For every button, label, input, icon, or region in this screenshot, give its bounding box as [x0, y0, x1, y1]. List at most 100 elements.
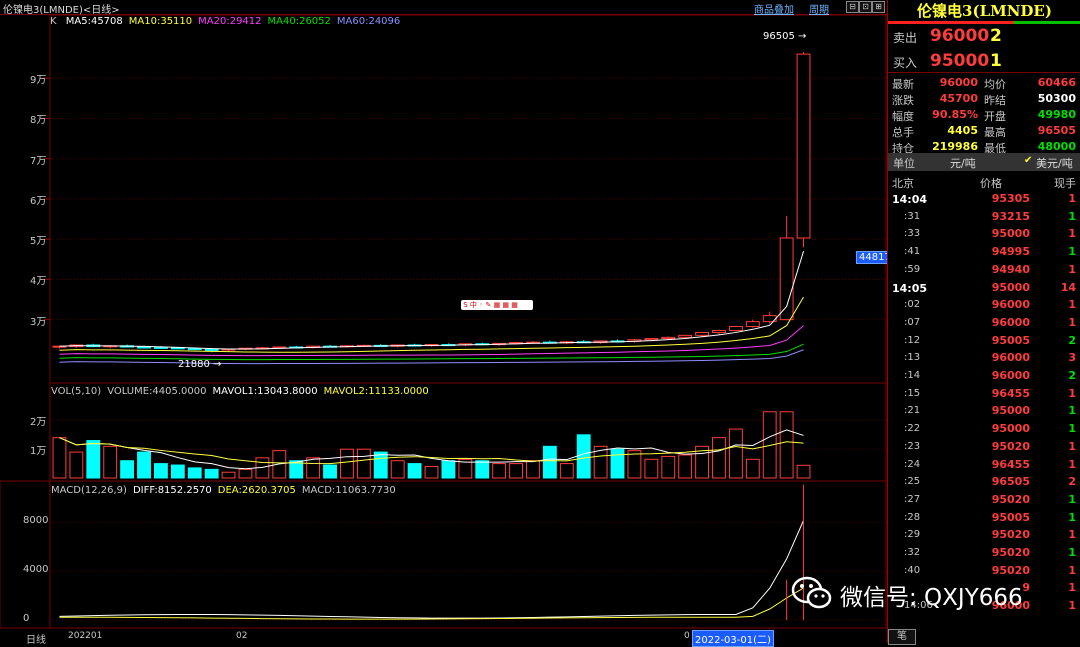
candle-body — [712, 330, 726, 334]
tick-time: :22 — [904, 423, 921, 435]
overlay-commodity-link[interactable]: 商品叠加 — [754, 1, 794, 16]
volume-bar — [492, 463, 507, 479]
quote-value: 219986 — [932, 140, 978, 153]
volume-bar — [559, 463, 574, 479]
tick-qty: 2 — [1068, 333, 1076, 347]
volume-bar — [103, 445, 118, 479]
ticks-price-header: 价格 — [980, 177, 1002, 190]
ask-price[interactable]: 96000 — [930, 26, 989, 46]
unit-usd-option[interactable]: 美元/吨 — [1036, 155, 1073, 171]
volume-bar — [153, 463, 168, 479]
tick-time: :41 — [904, 246, 921, 258]
divider — [888, 72, 1080, 73]
tick-row: :15 96455 1 — [888, 386, 1080, 403]
tick-row: :32 95020 1 — [888, 545, 1080, 562]
tick-row: 14:04 95305 1 — [888, 191, 1080, 208]
quote-row: 最新 96000 均价 60466 — [888, 75, 1080, 91]
volume-bar — [661, 455, 676, 479]
tick-price: 95020 — [991, 439, 1030, 453]
tick-row: :14 96000 2 — [888, 368, 1080, 385]
buy-sell-ratio-bar — [888, 21, 1080, 24]
tick-qty: 14 — [1060, 280, 1076, 294]
ma-legend-item: MA40:26052 — [267, 16, 331, 27]
tick-row: :23 95020 1 — [888, 439, 1080, 456]
tick-price: 95000 — [991, 227, 1030, 241]
title-bar: 伦镍电3(LMNDE)<日线> 商品叠加 周期 ⊟ ⊡ ⊞ — [0, 0, 887, 16]
vol-y-tick: 2万 — [30, 417, 47, 429]
tick-qty: 1 — [1068, 245, 1076, 259]
period-link[interactable]: 周期 — [809, 1, 829, 16]
tick-qty: 1 — [1068, 315, 1076, 329]
wechat-icon — [791, 576, 832, 609]
tick-price: 95005 — [991, 333, 1030, 347]
macd-y-tick: 0 — [23, 613, 30, 624]
tick-qty: 2 — [1068, 369, 1076, 382]
quote-label: 总手 — [892, 126, 914, 139]
volume-bar — [340, 448, 354, 479]
tick-row: :21 95000 1 — [888, 403, 1080, 420]
vol-legend-item: VOLUME:4405.0000 — [107, 386, 207, 397]
unit-bar: 单位 元/吨 ✔ 美元/吨 — [888, 153, 1080, 171]
tick-row: :12 95005 2 — [888, 333, 1080, 350]
volume-bar — [441, 460, 456, 479]
volume-bar — [52, 437, 67, 479]
quote-value: 50300 — [1037, 92, 1076, 105]
tick-qty: 1 — [1068, 563, 1076, 577]
ma-legend-item: MA10:35110 — [128, 16, 193, 27]
minimize-icon[interactable]: ⊟ — [846, 1, 859, 13]
tick-time: :27 — [904, 493, 921, 505]
tick-time: :59 — [904, 263, 921, 275]
tick-qty: 1 — [1068, 192, 1076, 205]
high-price-label: 96505 → — [763, 31, 807, 42]
price-y-tick: 4万 — [30, 276, 47, 288]
unit-cny-option[interactable]: 元/吨 — [950, 155, 976, 171]
vol-legend-item: MAVOL2:11133.0000 — [323, 386, 429, 397]
tick-price: 95000 — [991, 422, 1030, 436]
maximize-icon[interactable]: ⊞ — [872, 1, 885, 13]
x-tab-daily[interactable]: 日线 — [26, 631, 46, 646]
tick-time: :32 — [904, 547, 921, 558]
tick-time: :12 — [904, 334, 921, 346]
tick-row: :25 96505 2 — [888, 474, 1080, 491]
price-y-tick: 8万 — [30, 115, 47, 127]
candle-body — [644, 338, 659, 341]
tick-price: 96000 — [991, 369, 1030, 382]
ma-legend-item: MA60:24096 — [336, 16, 401, 27]
ask-qty: 2 — [990, 26, 1002, 46]
quote-row: 涨跌 45700 昨结 50300 — [888, 91, 1080, 107]
tick-price: 96000 — [991, 315, 1030, 329]
volume-bar — [509, 463, 523, 479]
volume-bar — [170, 464, 185, 479]
volume-bar — [69, 451, 84, 479]
tick-price: 96455 — [991, 457, 1030, 471]
ticks-qty-header: 现手 — [1054, 177, 1076, 190]
watermark-text: 微信号: QXJY666 — [840, 585, 1023, 611]
volume-bar — [323, 464, 337, 479]
volume-bar — [373, 451, 388, 479]
tick-time: :15 — [904, 387, 921, 399]
candle-body — [204, 348, 219, 351]
macd-legend-item: DEA:2620.3705 — [217, 485, 296, 496]
vol-y-tick: 1万 — [30, 446, 47, 458]
price-y-tick: 3万 — [30, 316, 47, 328]
candle-body — [745, 321, 760, 327]
quote-label: 最新 — [892, 78, 914, 91]
ma-line-5 — [59, 251, 805, 350]
tick-row: :41 94995 1 — [888, 244, 1080, 261]
bid-price[interactable]: 95000 — [930, 51, 989, 71]
volume-bar — [678, 454, 693, 479]
tick-row: :22 95000 1 — [888, 421, 1080, 438]
tick-row: :28 95005 1 — [888, 510, 1080, 527]
restore-icon[interactable]: ⊡ — [859, 1, 872, 13]
macd-legend-item: MACD:11063.7730 — [301, 485, 396, 496]
volume-bar — [627, 450, 642, 479]
quote-value: 90.85% — [932, 108, 978, 121]
kline-chart[interactable] — [0, 15, 887, 643]
tick-qty: 1 — [1068, 457, 1076, 471]
wechat-watermark: 微信号: QXJY666 — [790, 572, 1050, 616]
ime-toolbar-icon[interactable]: S 中 ◦ ✎ ▦ ▦ ▦ — [461, 300, 533, 310]
low-price-label: 21880 → — [178, 359, 222, 370]
tick-qty: 1 — [1068, 386, 1076, 400]
volume-bar — [796, 464, 811, 479]
tick-price: 96505 — [991, 475, 1030, 489]
